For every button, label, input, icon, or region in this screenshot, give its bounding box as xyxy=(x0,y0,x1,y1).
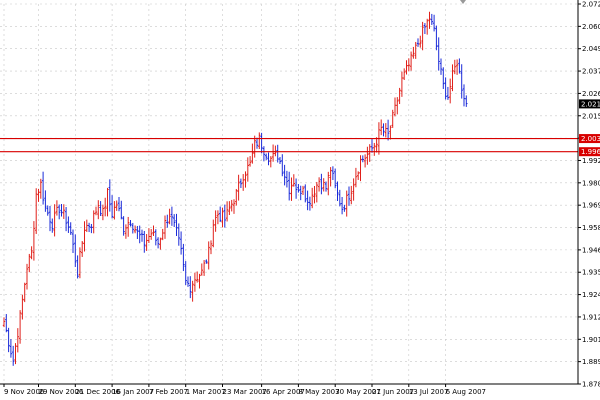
y-tick-label: 1.9350 xyxy=(582,269,600,277)
y-tick-label: 1.9240 xyxy=(582,291,600,299)
x-tick-label: 21 Jun 2007 xyxy=(372,388,414,396)
y-tick-label: 2.0720 xyxy=(582,1,600,9)
y-tick-label: 1.9920 xyxy=(582,157,600,165)
level-price-tag: 1.9966 xyxy=(579,147,600,157)
y-tick-label: 1.9125 xyxy=(582,313,600,321)
y-tick-label: 1.9805 xyxy=(582,179,600,187)
y-tick-label: 1.9010 xyxy=(582,336,600,344)
forex-bar-chart: 2.0720 2.0605 2.0490 2.0375 2.0265 2.0150 2.00… xyxy=(0,0,600,400)
x-tick-label: 23 Mar 2007 xyxy=(223,388,267,396)
x-tick-label: 6 Aug 2007 xyxy=(446,388,486,396)
x-tick-label: 7 Feb 2007 xyxy=(149,388,188,396)
y-tick-label: 2.0150 xyxy=(582,112,600,120)
x-tick-label: 8 May 2007 xyxy=(298,388,339,396)
level-price-tag: 2.0033 xyxy=(579,134,600,144)
y-tick-label: 2.0605 xyxy=(582,23,600,31)
x-tick-label: 16 Jan 2007 xyxy=(112,388,154,396)
y-tick-label: 1.9465 xyxy=(582,246,600,254)
y-tick-label: 1.8780 xyxy=(582,381,600,389)
y-tick-label: 2.0490 xyxy=(582,45,600,53)
svg-text:2.0210: 2.0210 xyxy=(581,100,600,108)
current-price-tag: 2.0210 xyxy=(579,99,600,109)
svg-text:2.0033: 2.0033 xyxy=(581,135,600,143)
chart-background xyxy=(0,0,600,400)
x-tick-label: 1 Mar 2007 xyxy=(186,388,226,396)
svg-text:1.9966: 1.9966 xyxy=(581,148,600,156)
x-tick-label: 13 Jul 2007 xyxy=(409,388,449,396)
y-tick-label: 2.0375 xyxy=(582,68,600,76)
y-tick-label: 1.9580 xyxy=(582,224,600,232)
y-tick-label: 1.8895 xyxy=(582,358,600,366)
y-tick-label: 1.9695 xyxy=(582,202,600,210)
y-tick-label: 2.0265 xyxy=(582,90,600,98)
